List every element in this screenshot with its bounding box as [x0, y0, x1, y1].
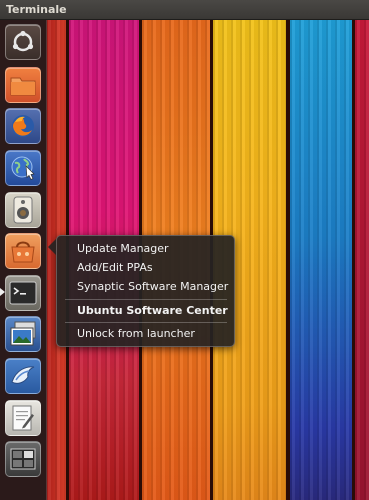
unity-launcher	[0, 20, 47, 500]
quicklist-separator	[65, 299, 227, 300]
launcher-item-files[interactable]	[5, 67, 41, 103]
quicklist-item-synaptic[interactable]: Synaptic Software Manager	[77, 278, 228, 296]
launcher-item-text-editor[interactable]	[5, 400, 41, 436]
window-title: Terminale	[6, 3, 67, 16]
firefox-icon	[12, 115, 34, 137]
quicklist-item-update-manager[interactable]: Update Manager	[77, 240, 169, 258]
image-viewer-icon	[10, 321, 36, 346]
quicklist-separator	[65, 322, 227, 323]
quicklist-item-software-center[interactable]: Ubuntu Software Center	[77, 302, 228, 320]
launcher-item-software-center[interactable]	[5, 233, 41, 269]
folder-icon	[10, 77, 36, 96]
launcher-quicklist: Update Manager Add/Edit PPAs Synaptic So…	[56, 235, 235, 347]
workspace-switcher-icon	[10, 448, 36, 470]
wallpaper-plank	[290, 20, 352, 500]
text-editor-icon	[12, 405, 34, 431]
launcher-item-image-viewer[interactable]	[5, 316, 41, 352]
ubuntu-logo-icon	[12, 30, 34, 52]
launcher-item-dash[interactable]	[5, 24, 41, 60]
launcher-item-firefox[interactable]	[5, 108, 41, 144]
top-panel: Terminale	[0, 0, 369, 20]
quicklist-item-unlock[interactable]: Unlock from launcher	[77, 325, 195, 343]
launcher-item-thunderbird[interactable]	[5, 358, 41, 394]
launcher-item-workspaces[interactable]	[5, 441, 41, 477]
quicklist-item-add-edit-ppas[interactable]: Add/Edit PPAs	[77, 259, 153, 277]
wallpaper-plank	[355, 20, 369, 500]
software-center-icon	[11, 241, 35, 263]
terminal-icon	[9, 281, 37, 305]
bird-icon	[11, 366, 35, 384]
launcher-item-audio[interactable]	[5, 192, 41, 228]
speaker-icon	[13, 196, 33, 224]
quicklist-pointer	[48, 239, 56, 255]
launcher-item-network[interactable]	[5, 150, 41, 186]
launcher-item-terminal[interactable]	[5, 275, 41, 311]
network-globe-icon	[11, 156, 35, 180]
